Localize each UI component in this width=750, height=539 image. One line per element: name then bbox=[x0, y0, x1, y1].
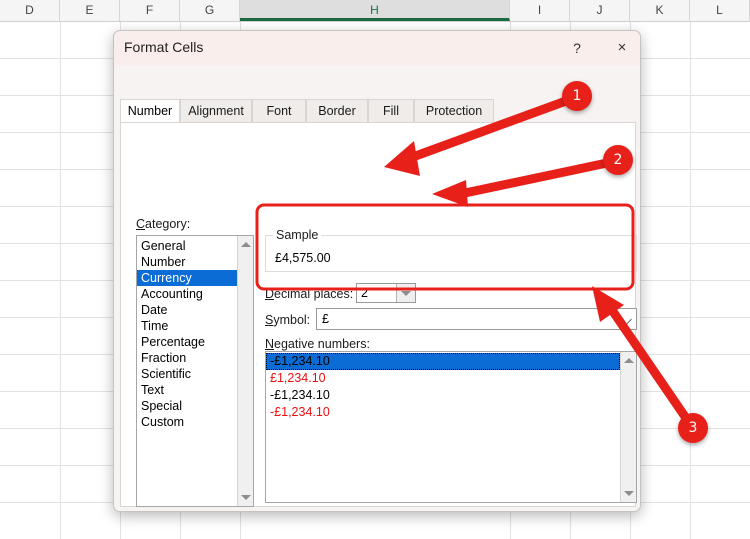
chevron-down-icon[interactable] bbox=[616, 309, 636, 329]
dialog-title-bar: Format Cells ? × bbox=[114, 31, 640, 65]
tab-protection[interactable]: Protection bbox=[414, 99, 494, 123]
tab-alignment[interactable]: Alignment bbox=[180, 99, 252, 123]
help-icon[interactable]: ? bbox=[558, 33, 596, 63]
column-header-l[interactable]: L bbox=[690, 0, 750, 21]
category-list: General Number Currency Accounting Date Time P… bbox=[137, 236, 238, 430]
grid-line bbox=[60, 21, 61, 539]
scroll-up-icon[interactable] bbox=[621, 352, 636, 369]
tab-border[interactable]: Border bbox=[306, 99, 368, 123]
sample-legend: Sample bbox=[273, 228, 322, 242]
decimal-places-value: 2 bbox=[361, 286, 368, 300]
column-header-row: DEFGHIJKL bbox=[0, 0, 750, 22]
column-header-g[interactable]: G bbox=[180, 0, 240, 21]
category-item-date[interactable]: Date bbox=[137, 302, 238, 318]
category-item-fraction[interactable]: Fraction bbox=[137, 350, 238, 366]
symbol-value: £ bbox=[322, 312, 329, 326]
column-header-f[interactable]: F bbox=[120, 0, 180, 21]
column-header-j[interactable]: J bbox=[570, 0, 630, 21]
column-header-i[interactable]: I bbox=[510, 0, 570, 21]
negative-format-option[interactable]: -£1,234.10 bbox=[266, 404, 620, 421]
category-item-percentage[interactable]: Percentage bbox=[137, 334, 238, 350]
scroll-down-icon[interactable] bbox=[621, 485, 636, 502]
column-header-e[interactable]: E bbox=[60, 0, 120, 21]
grid-line bbox=[690, 21, 691, 539]
category-item-time[interactable]: Time bbox=[137, 318, 238, 334]
dialog-body: Number Alignment Font Border Fill Protection … bbox=[114, 65, 640, 511]
tab-number[interactable]: Number bbox=[120, 99, 180, 123]
category-item-number[interactable]: Number bbox=[137, 254, 238, 270]
negative-numbers-label: Negative numbers: bbox=[265, 337, 370, 351]
sample-value: £4,575.00 bbox=[275, 251, 331, 265]
decimal-places-stepper[interactable]: 2 bbox=[356, 283, 416, 303]
dialog-title: Format Cells bbox=[124, 39, 204, 55]
column-header-k[interactable]: K bbox=[630, 0, 690, 21]
close-icon[interactable]: × bbox=[603, 33, 640, 63]
negative-format-option[interactable]: -£1,234.10 bbox=[266, 353, 620, 370]
category-item-currency[interactable]: Currency bbox=[137, 270, 238, 286]
category-label-rest: ategory: bbox=[145, 217, 191, 231]
category-item-accounting[interactable]: Accounting bbox=[137, 286, 238, 302]
column-header-d[interactable]: D bbox=[0, 0, 60, 21]
format-cells-dialog: Format Cells ? × Number Alignment Font Bord… bbox=[113, 30, 641, 512]
tab-fill[interactable]: Fill bbox=[368, 99, 414, 123]
category-item-special[interactable]: Special bbox=[137, 398, 238, 414]
category-scrollbar[interactable] bbox=[237, 236, 253, 506]
category-listbox[interactable]: General Number Currency Accounting Date Time P… bbox=[136, 235, 254, 507]
category-item-general[interactable]: General bbox=[137, 238, 238, 254]
callout-badge-3: 3 bbox=[678, 413, 708, 443]
negative-numbers-scrollbar[interactable] bbox=[620, 352, 636, 502]
number-tab-panel: Category: General Number Currency Accountin… bbox=[120, 122, 637, 507]
scroll-down-icon[interactable] bbox=[238, 489, 253, 506]
category-item-text[interactable]: Text bbox=[137, 382, 238, 398]
negative-format-option[interactable]: -£1,234.10 bbox=[266, 387, 620, 404]
decimal-places-dropdown-icon[interactable] bbox=[396, 284, 415, 302]
tab-font[interactable]: Font bbox=[252, 99, 306, 123]
category-item-scientific[interactable]: Scientific bbox=[137, 366, 238, 382]
negative-numbers-listbox[interactable]: -£1,234.10 £1,234.10 -£1,234.10 -£1,234.10 bbox=[265, 351, 637, 503]
category-item-custom[interactable]: Custom bbox=[137, 414, 238, 430]
decimal-places-label: Decimal places: bbox=[265, 287, 354, 301]
scroll-up-icon[interactable] bbox=[238, 236, 253, 253]
category-label: Category: bbox=[136, 217, 191, 231]
symbol-label: Symbol: bbox=[265, 313, 311, 327]
callout-badge-2: 2 bbox=[603, 145, 633, 175]
symbol-combobox[interactable]: £ bbox=[316, 308, 637, 330]
column-header-h[interactable]: H bbox=[240, 0, 510, 21]
negative-format-option[interactable]: £1,234.10 bbox=[266, 370, 620, 387]
callout-badge-1: 1 bbox=[562, 81, 592, 111]
negative-numbers-list: -£1,234.10 £1,234.10 -£1,234.10 -£1,234.10 bbox=[266, 352, 620, 421]
